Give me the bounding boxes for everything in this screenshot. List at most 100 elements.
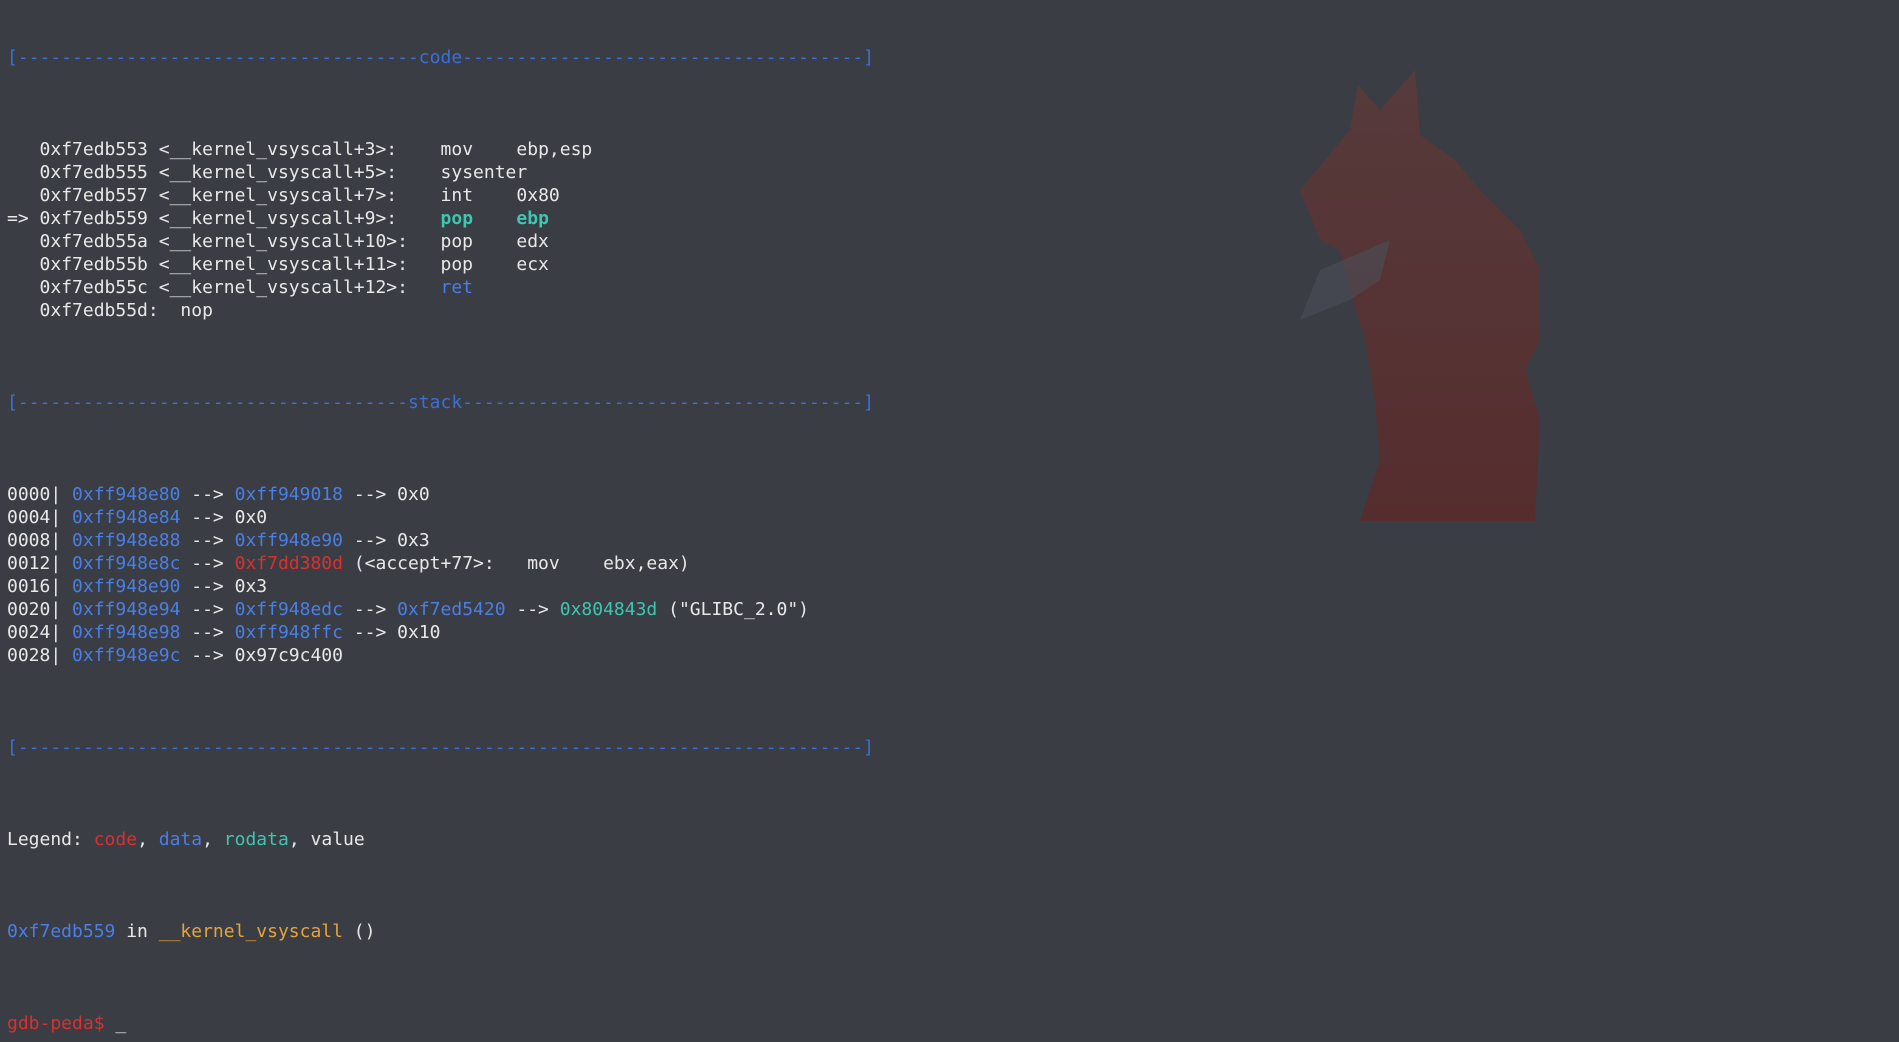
stack-listing: 0000| 0xff948e80 --> 0xff949018 --> 0x0 0… bbox=[7, 483, 874, 667]
stack-offset: 0028 bbox=[7, 645, 51, 666]
stack-offset: 0008 bbox=[7, 530, 51, 551]
stack-address: 0xff948e80 bbox=[72, 484, 181, 505]
instruction-operands: ecx bbox=[516, 254, 549, 275]
stack-deref: --> 0x3 bbox=[342, 530, 430, 551]
instruction-address: 0xf7edb559 bbox=[39, 208, 148, 229]
stack-row: 0024| 0xff948e98 --> 0xff948ffc --> 0x10 bbox=[7, 621, 874, 644]
stack-row: 0020| 0xff948e94 --> 0xff948edc --> 0xf7… bbox=[7, 598, 874, 621]
instruction-operands: ebp bbox=[516, 208, 549, 229]
code-line: 0xf7edb553 <__kernel_vsyscall+3>: mov eb… bbox=[7, 138, 874, 161]
pointer-arrow: --> bbox=[180, 622, 235, 643]
legend-prefix: Legend: bbox=[7, 829, 94, 850]
stack-pipe: | bbox=[50, 576, 73, 597]
instruction-symbol: <__kernel_vsyscall+10>: bbox=[158, 231, 408, 252]
stack-header: [------------------------------------sta… bbox=[7, 392, 874, 413]
stack-offset: 0024 bbox=[7, 622, 51, 643]
legend-value: value bbox=[310, 829, 365, 850]
location-function: __kernel_vsyscall bbox=[158, 921, 343, 942]
legend-comma: , bbox=[202, 829, 224, 850]
legend-code: code bbox=[93, 829, 138, 850]
legend-comma: , bbox=[288, 829, 311, 850]
stack-address: 0xff948e8c bbox=[72, 553, 181, 574]
location-in: in bbox=[115, 921, 159, 942]
code-line: 0xf7edb555 <__kernel_vsyscall+5>: sysent… bbox=[7, 161, 874, 184]
stack-address: 0xff948e90 bbox=[72, 576, 181, 597]
fox-silhouette-icon bbox=[1300, 70, 1540, 521]
stack-pipe: | bbox=[50, 507, 73, 528]
code-line: => 0xf7edb559 <__kernel_vsyscall+9>: pop… bbox=[7, 207, 874, 230]
stack-value: 0xf7ed5420 bbox=[397, 599, 506, 620]
instruction-address: 0xf7edb55c bbox=[39, 277, 148, 298]
instruction-operands: 0x80 bbox=[516, 185, 560, 206]
stack-value: 0x3 bbox=[234, 576, 268, 597]
stack-address: 0xff948e88 bbox=[72, 530, 181, 551]
instruction-symbol: <__kernel_vsyscall+11>: bbox=[158, 254, 408, 275]
stack-address: 0xff948e84 bbox=[72, 507, 181, 528]
location-parens: () bbox=[342, 921, 376, 942]
pointer-arrow: --> bbox=[180, 553, 235, 574]
stack-deref: --> 0x10 bbox=[342, 622, 441, 643]
instruction-mnemonic: nop bbox=[180, 300, 213, 321]
instruction-address: 0xf7edb557 bbox=[39, 185, 148, 206]
stack-pipe: | bbox=[50, 553, 73, 574]
current-instruction-arrow: => bbox=[7, 208, 40, 229]
code-header: [-------------------------------------co… bbox=[7, 47, 874, 68]
code-line: 0xf7edb557 <__kernel_vsyscall+7>: int 0x… bbox=[7, 184, 874, 207]
code-line: 0xf7edb55d: nop bbox=[7, 299, 874, 322]
stack-pipe: | bbox=[50, 622, 73, 643]
stack-offset: 0016 bbox=[7, 576, 51, 597]
instruction-mnemonic: pop bbox=[440, 208, 474, 229]
stack-address: 0xff948e98 bbox=[72, 622, 181, 643]
legend-line: Legend: code, data, rodata, value bbox=[7, 828, 874, 851]
legend-rodata: rodata bbox=[223, 829, 289, 850]
stack-value: 0xff949018 bbox=[234, 484, 343, 505]
instruction-mnemonic: mov bbox=[440, 139, 474, 160]
pointer-arrow: --> bbox=[180, 645, 235, 666]
stack-value: 0xff948edc bbox=[234, 599, 343, 620]
instruction-operands: edx bbox=[516, 231, 549, 252]
stack-offset: 0004 bbox=[7, 507, 51, 528]
footer-separator: [---------------------------------------… bbox=[7, 737, 874, 758]
pointer-arrow: --> bbox=[180, 599, 235, 620]
stack-address: 0xff948e94 bbox=[72, 599, 181, 620]
stack-offset: 0020 bbox=[7, 599, 51, 620]
prompt-line[interactable]: gdb-peda$ _ bbox=[7, 1012, 874, 1035]
terminal: [-------------------------------------co… bbox=[7, 0, 874, 1042]
stack-pipe: | bbox=[50, 599, 73, 620]
instruction-mnemonic: pop bbox=[440, 254, 474, 275]
legend-comma: , bbox=[137, 829, 159, 850]
stack-offset: 0000 bbox=[7, 484, 51, 505]
stack-offset: 0012 bbox=[7, 553, 51, 574]
pointer-arrow: --> bbox=[180, 530, 235, 551]
gdb-prompt: gdb-peda$ bbox=[7, 1013, 105, 1034]
stack-value: 0x804843d bbox=[559, 599, 658, 620]
legend-data: data bbox=[158, 829, 203, 850]
instruction-operands: ebp,esp bbox=[516, 139, 593, 160]
instruction-symbol: <__kernel_vsyscall+7>: bbox=[158, 185, 398, 206]
instruction-address: 0xf7edb555 bbox=[39, 162, 148, 183]
pointer-arrow: --> bbox=[180, 484, 235, 505]
stack-value: 0xf7dd380d bbox=[234, 553, 343, 574]
terminal-cursor[interactable]: _ bbox=[105, 1013, 126, 1034]
stack-value: 0xff948e90 bbox=[234, 530, 343, 551]
instruction-symbol: <__kernel_vsyscall+5>: bbox=[158, 162, 398, 183]
stack-deref: (<accept+77>: mov ebx,eax) bbox=[342, 553, 690, 574]
instruction-address: 0xf7edb55a bbox=[39, 231, 148, 252]
